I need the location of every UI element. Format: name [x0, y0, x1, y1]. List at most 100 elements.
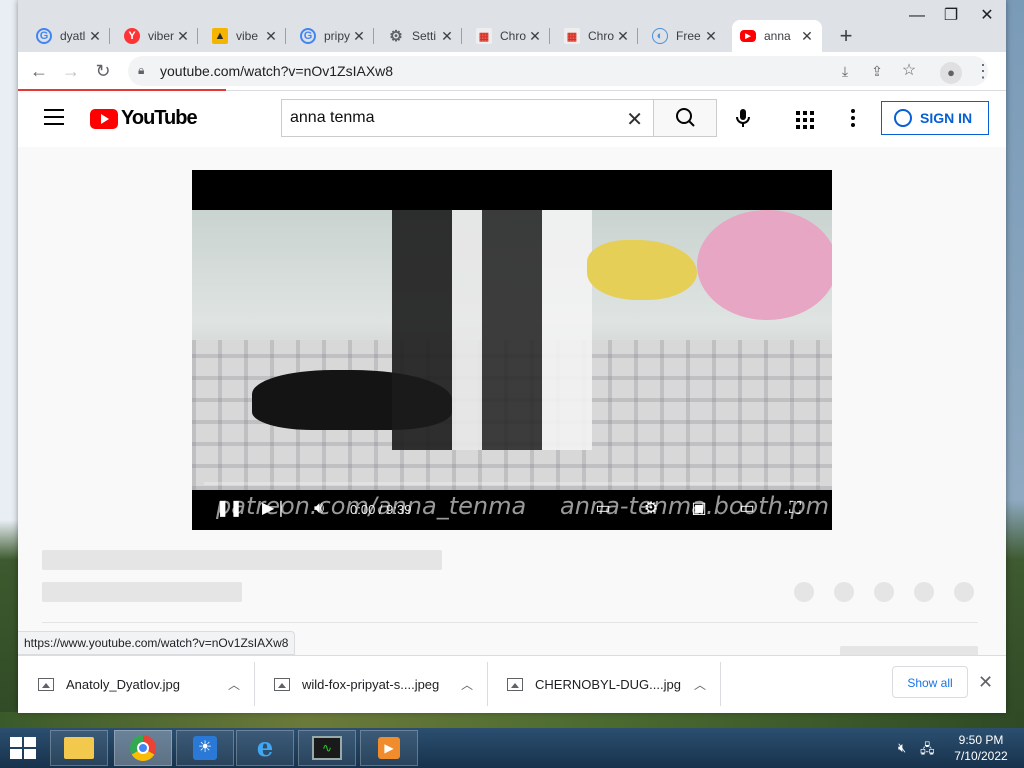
volume-icon[interactable]: 🔊︎: [308, 498, 330, 520]
windows-taskbar: ☀ e ∿ ▶ 🔇︎ 🖧 9:50 PM 7/10/2022: [0, 728, 1024, 768]
download-item[interactable]: Anatoly_Dyatlov.jpg ︿: [18, 656, 254, 712]
maximize-button[interactable]: ❐: [936, 4, 966, 28]
theater-mode-icon[interactable]: ▭: [736, 498, 758, 520]
tab-5[interactable]: ⚙ Setti ✕: [380, 20, 462, 52]
reload-button[interactable]: ↻: [90, 58, 116, 84]
download-item[interactable]: wild-fox-pripyat-s....jpeg ︿: [254, 656, 487, 712]
tab-1[interactable]: G dyatl ✕: [28, 20, 110, 52]
tab-title: Setti: [412, 29, 437, 43]
network-icon[interactable]: 🖧: [920, 740, 935, 762]
tab-title: pripy: [324, 29, 351, 43]
pause-icon[interactable]: ❚❚: [216, 498, 243, 520]
microphone-icon[interactable]: [730, 105, 756, 131]
clock-time: 9:50 PM: [958, 733, 1004, 747]
action-placeholder: [834, 582, 854, 602]
tab-6[interactable]: ▦ Chro ✕: [468, 20, 550, 52]
browser-window: G dyatl ✕ Y viber ✕ ▲ vibe ✕ G pripy ✕ ⚙…: [18, 0, 1006, 713]
install-app-icon[interactable]: ⤓: [832, 58, 858, 84]
chrome-store-icon: ▦: [476, 28, 492, 44]
tab-title: viber: [148, 29, 175, 43]
search-button[interactable]: [653, 99, 717, 137]
settings-dots-icon[interactable]: [850, 107, 856, 132]
title-placeholder: [42, 550, 442, 570]
weather-app-icon[interactable]: ☀: [176, 730, 234, 766]
youtube-logo[interactable]: YouTube: [90, 107, 198, 130]
search-icon: [676, 108, 695, 127]
tab-4[interactable]: G pripy ✕: [292, 20, 374, 52]
desktop-background-left: [0, 0, 18, 728]
clear-search-icon[interactable]: ✕: [626, 107, 643, 132]
video-progress-bar[interactable]: [204, 482, 820, 485]
share-icon[interactable]: ⇪: [864, 58, 890, 84]
bookmark-star-icon[interactable]: ☆: [896, 58, 922, 84]
close-tab-icon[interactable]: ✕: [264, 28, 278, 45]
settings-gear-icon[interactable]: ⚙: [640, 498, 662, 520]
video-controls: ❚❚ ▶❘ 🔊︎ 0:00 / 9:39 ▭ ⚙ ▣ ▭ ⛶: [192, 488, 832, 530]
minimize-button[interactable]: —: [902, 4, 932, 28]
system-clock[interactable]: 9:50 PM 7/10/2022: [946, 732, 1016, 764]
tab-2[interactable]: Y viber ✕: [116, 20, 198, 52]
action-placeholder: [874, 582, 894, 602]
desktop-background-bottom: [0, 712, 1024, 728]
youtube-header: YouTube ✕: [18, 91, 1006, 147]
apps-grid-icon[interactable]: [796, 111, 814, 132]
tab-3[interactable]: ▲ vibe ✕: [204, 20, 286, 52]
search-box: ✕: [281, 99, 654, 137]
image-file-icon: [274, 677, 290, 691]
subtitles-icon[interactable]: ▭: [592, 498, 614, 520]
internet-explorer-icon[interactable]: e: [236, 730, 294, 766]
close-tab-icon[interactable]: ✕: [800, 28, 814, 45]
download-item[interactable]: CHERNOBYL-DUG....jpg ︿: [487, 656, 720, 712]
close-tab-icon[interactable]: ✕: [176, 28, 190, 45]
url-text[interactable]: youtube.com/watch?v=nOv1ZsIAXw8: [160, 63, 393, 79]
hamburger-menu-icon[interactable]: [44, 109, 64, 130]
new-tab-button[interactable]: +: [834, 25, 858, 47]
browser-menu-icon[interactable]: ⋮: [970, 58, 996, 84]
forward-button[interactable]: →: [58, 58, 84, 84]
address-bar[interactable]: 🔒︎ youtube.com/watch?v=nOv1ZsIAXw8 ⤓ ⇪ ☆: [128, 56, 988, 86]
youtube-logo-text: YouTube: [121, 107, 198, 129]
profile-icon[interactable]: ●: [938, 58, 964, 84]
tab-9-active[interactable]: ▶ anna ✕: [732, 20, 822, 52]
chevron-up-icon[interactable]: ︿: [461, 676, 473, 693]
action-placeholder: [794, 582, 814, 602]
video-frame: [192, 210, 832, 490]
download-filename: wild-fox-pripyat-s....jpeg: [302, 676, 440, 692]
next-icon[interactable]: ▶❘: [262, 498, 288, 520]
chevron-up-icon[interactable]: ︿: [228, 676, 240, 693]
back-button[interactable]: ←: [26, 58, 52, 84]
fullscreen-icon[interactable]: ⛶: [784, 498, 806, 520]
action-placeholder: [914, 582, 934, 602]
divider: [42, 622, 978, 623]
chrome-icon[interactable]: [114, 730, 172, 766]
chevron-up-icon[interactable]: ︿: [694, 676, 706, 693]
start-button[interactable]: [10, 737, 36, 759]
show-all-button[interactable]: Show all: [892, 666, 968, 698]
file-explorer-icon[interactable]: [50, 730, 108, 766]
close-tab-icon[interactable]: ✕: [352, 28, 366, 45]
sign-in-button[interactable]: SIGN IN: [881, 101, 989, 135]
search-input[interactable]: [288, 108, 612, 128]
miniplayer-icon[interactable]: ▣: [688, 498, 710, 520]
close-window-button[interactable]: ✕: [972, 4, 1002, 28]
video-time: 0:00 / 9:39: [350, 502, 412, 517]
tab-7[interactable]: ▦ Chro ✕: [556, 20, 638, 52]
task-manager-icon[interactable]: ∿: [298, 730, 356, 766]
chrome-store-icon: ▦: [564, 28, 580, 44]
youtube-icon: ▶: [740, 30, 756, 42]
tab-title: anna: [764, 29, 791, 43]
close-tab-icon[interactable]: ✕: [528, 28, 542, 45]
close-tab-icon[interactable]: ✕: [440, 28, 454, 45]
video-player[interactable]: patreon.com/anna_tenma anna-tenma.booth.…: [192, 170, 832, 530]
close-tab-icon[interactable]: ✕: [616, 28, 630, 45]
close-tab-icon[interactable]: ✕: [88, 28, 102, 45]
close-shelf-icon[interactable]: ✕: [978, 672, 993, 693]
google-icon: G: [36, 28, 52, 44]
volume-muted-icon[interactable]: 🔇︎: [898, 740, 906, 756]
tab-title: dyatl: [60, 29, 86, 43]
lock-icon[interactable]: 🔒︎: [138, 63, 144, 78]
tab-8[interactable]: ◐ Free ✕: [644, 20, 726, 52]
sign-in-label: SIGN IN: [920, 110, 973, 126]
media-player-icon[interactable]: ▶: [360, 730, 418, 766]
close-tab-icon[interactable]: ✕: [704, 28, 718, 45]
